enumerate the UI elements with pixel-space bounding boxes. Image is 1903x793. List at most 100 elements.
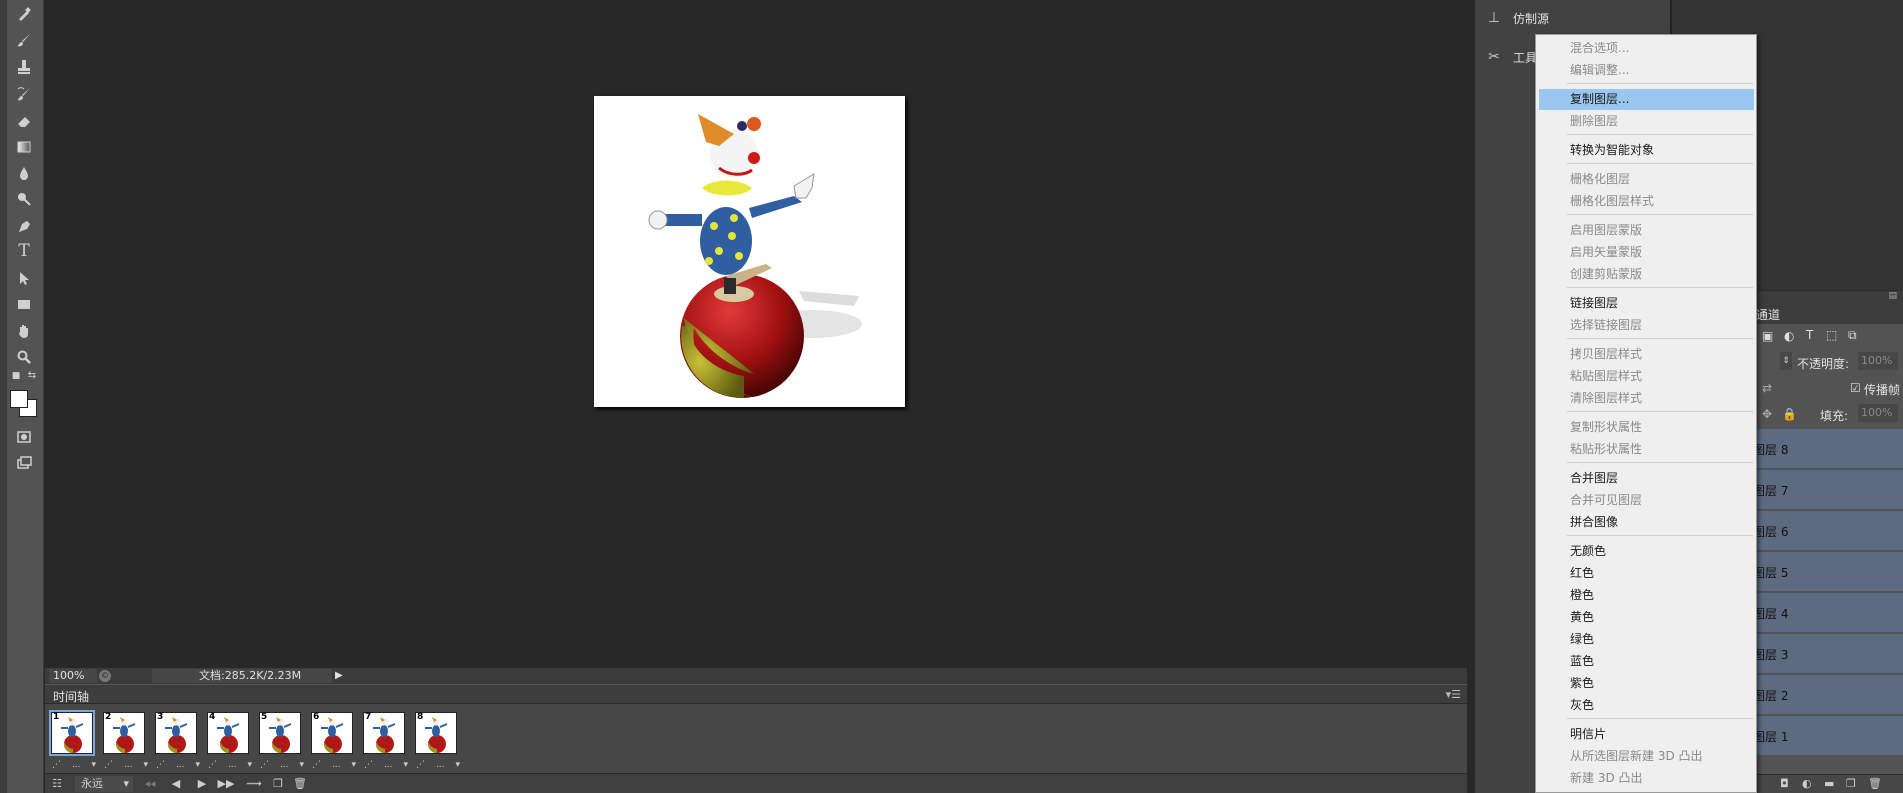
context-menu-item[interactable]: 灰色: [1536, 695, 1756, 716]
eraser-icon[interactable]: [10, 110, 38, 132]
clone-source-panel-button[interactable]: ⊥ 仿制源: [1475, 1, 1672, 35]
convert-to-video-timeline-icon[interactable]: ☷: [49, 776, 65, 792]
history-brush-icon[interactable]: [10, 83, 38, 105]
lock-icon[interactable]: 🔒: [1782, 407, 1797, 421]
propagate-checkbox[interactable]: ☑: [1850, 381, 1861, 395]
context-menu-item[interactable]: 明信片: [1536, 724, 1756, 745]
status-menu-arrow-icon[interactable]: ▶: [335, 670, 343, 681]
new-group-icon[interactable]: ▬: [1824, 777, 1834, 790]
tab-channels[interactable]: 通道: [1756, 306, 1780, 323]
foreground-color-swatch[interactable]: [10, 390, 28, 408]
context-menu-item[interactable]: 从所选图层新建 3D 凸出: [1536, 746, 1756, 767]
context-menu-item[interactable]: 复制图层...: [1539, 89, 1754, 110]
quick-mask-icon[interactable]: [10, 426, 38, 448]
timeline-frame[interactable]: 4 ⋰... ▾: [205, 710, 253, 774]
context-menu-item[interactable]: 橙色: [1536, 585, 1756, 606]
timeline-panel-title[interactable]: 时间轴: [53, 688, 89, 705]
delete-frame-icon[interactable]: 🗑: [291, 776, 309, 792]
context-menu-item[interactable]: 混合选项...: [1536, 38, 1756, 59]
healing-brush-icon[interactable]: [10, 3, 38, 25]
context-menu-item[interactable]: 合并图层: [1536, 468, 1756, 489]
document-image-clown-on-ball[interactable]: [594, 96, 905, 407]
blur-icon[interactable]: [10, 162, 38, 184]
delete-layer-icon[interactable]: 🗑: [1868, 777, 1882, 790]
type-filter-icon[interactable]: T: [1806, 328, 1813, 342]
play-icon[interactable]: ▶: [193, 776, 211, 792]
context-menu-item[interactable]: 创建剪贴蒙版: [1536, 264, 1756, 285]
image-filter-icon[interactable]: ▣: [1762, 329, 1773, 343]
zoom-level-field[interactable]: 100%: [49, 669, 97, 683]
timeline-frame[interactable]: 3 ⋰... ▾: [153, 710, 201, 774]
smart-object-filter-icon[interactable]: ⧉: [1848, 328, 1857, 343]
frame-delay[interactable]: ⋰... ▾: [208, 760, 252, 770]
context-menu-item[interactable]: 编辑调整...: [1536, 60, 1756, 81]
context-menu-item[interactable]: 栅格化图层: [1536, 169, 1756, 190]
proof-icon[interactable]: ©: [99, 670, 111, 682]
path-selection-icon[interactable]: [10, 267, 38, 289]
first-frame-icon[interactable]: ◂◂: [141, 776, 159, 792]
context-menu-item[interactable]: 红色: [1536, 563, 1756, 584]
timeline-frame[interactable]: 2 ⋰... ▾: [101, 710, 149, 774]
timeline-frame[interactable]: 6 ⋰... ▾: [309, 710, 357, 774]
duplicate-frame-icon[interactable]: ❐: [269, 776, 287, 792]
type-icon[interactable]: T: [10, 240, 38, 262]
document-canvas-area[interactable]: [45, 0, 1512, 667]
context-menu-item[interactable]: 拼合图像: [1536, 512, 1756, 533]
fill-input[interactable]: 100%: [1858, 404, 1898, 422]
shape-filter-icon[interactable]: ⬚: [1826, 328, 1837, 342]
context-menu-item[interactable]: 清除图层样式: [1536, 388, 1756, 409]
zoom-icon[interactable]: [10, 346, 38, 368]
context-menu-item[interactable]: 启用图层蒙版: [1536, 220, 1756, 241]
frame-delay[interactable]: ⋰... ▾: [104, 760, 148, 770]
context-menu-item[interactable]: 新建 3D 凸出: [1536, 768, 1756, 789]
swap-colors-icon[interactable]: ⇆: [26, 370, 38, 382]
default-colors-icon[interactable]: ■: [10, 370, 22, 382]
opacity-input[interactable]: 100%: [1858, 352, 1898, 370]
next-frame-icon[interactable]: ▶▶: [217, 776, 235, 792]
clone-stamp-icon[interactable]: [10, 56, 38, 78]
adjustment-layer-icon[interactable]: ◐: [1802, 777, 1812, 790]
loop-options-select[interactable]: 永远 ▾: [75, 776, 133, 792]
context-menu-item[interactable]: 无颜色: [1536, 541, 1756, 562]
context-menu-item[interactable]: 合并可见图层: [1536, 490, 1756, 511]
frame-delay[interactable]: ⋰... ▾: [260, 760, 304, 770]
frame-delay[interactable]: ⋰... ▾: [416, 760, 460, 770]
timeline-frame[interactable]: 1 ⋰... ▾: [49, 710, 97, 774]
context-menu-item[interactable]: 拷贝图层样式: [1536, 344, 1756, 365]
context-menu-item[interactable]: 紫色: [1536, 673, 1756, 694]
rectangle-shape-icon[interactable]: [10, 293, 38, 315]
context-menu-item[interactable]: 链接图层: [1536, 293, 1756, 314]
panel-menu-icon[interactable]: ▾☰: [1446, 688, 1461, 701]
brush-icon[interactable]: [10, 29, 38, 51]
context-menu-item[interactable]: 绿色: [1536, 629, 1756, 650]
context-menu-item[interactable]: 启用矢量蒙版: [1536, 242, 1756, 263]
pen-icon[interactable]: [10, 216, 38, 238]
frame-delay[interactable]: ⋰... ▾: [52, 760, 96, 770]
tween-icon[interactable]: ⟿: [245, 776, 263, 792]
context-menu-item[interactable]: 复制形状属性: [1536, 417, 1756, 438]
move-lock-icon[interactable]: ✥: [1762, 407, 1772, 421]
toolbar-grip[interactable]: [0, 0, 7, 793]
new-layer-icon[interactable]: ❐: [1846, 777, 1856, 790]
context-menu-item[interactable]: 转换为智能对象: [1536, 140, 1756, 161]
timeline-frame[interactable]: 7 ⋰... ▾: [361, 710, 409, 774]
unify-icon[interactable]: ⇄: [1762, 381, 1772, 395]
context-menu-item[interactable]: 蓝色: [1536, 651, 1756, 672]
context-menu-item[interactable]: 栅格化图层样式: [1536, 191, 1756, 212]
panel-collapse-icon[interactable]: ▤: [1888, 291, 1897, 301]
context-menu-item[interactable]: 选择链接图层: [1536, 315, 1756, 336]
context-menu-item[interactable]: 粘贴形状属性: [1536, 439, 1756, 460]
screen-mode-icon[interactable]: [10, 452, 38, 474]
frame-delay[interactable]: ⋰... ▾: [364, 760, 408, 770]
add-mask-icon[interactable]: ◘: [1780, 777, 1789, 790]
context-menu-item[interactable]: 删除图层: [1536, 111, 1756, 132]
gradient-icon[interactable]: [10, 136, 38, 158]
frame-delay[interactable]: ⋰... ▾: [312, 760, 356, 770]
context-menu-item[interactable]: 黄色: [1536, 607, 1756, 628]
blend-mode-spinner[interactable]: ⇕: [1780, 352, 1792, 370]
dodge-icon[interactable]: [10, 188, 38, 210]
frame-delay[interactable]: ⋰... ▾: [156, 760, 200, 770]
context-menu-item[interactable]: 粘贴图层样式: [1536, 366, 1756, 387]
adjustment-filter-icon[interactable]: ◐: [1784, 329, 1794, 343]
timeline-frame[interactable]: 8 ⋰... ▾: [413, 710, 461, 774]
